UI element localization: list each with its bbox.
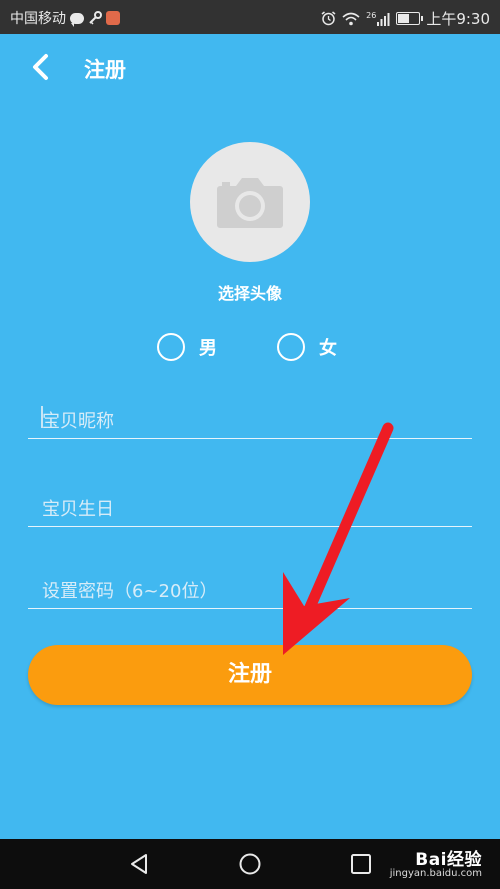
chevron-left-icon[interactable] — [26, 51, 58, 83]
avatar-label: 选择头像 — [217, 284, 282, 303]
password-field — [28, 568, 486, 609]
radio-button[interactable] — [277, 333, 305, 361]
clock-label: 上午9:30 — [426, 10, 490, 28]
gender-label: 女 — [319, 338, 337, 359]
network-label: 26 — [366, 10, 377, 20]
page-title: 注册 — [84, 58, 126, 82]
status-bar-left: 中国移动 — [10, 8, 120, 28]
birthday-field — [28, 486, 486, 527]
back-triangle-icon[interactable] — [126, 852, 152, 876]
watermark: Bai经验 jingyan.baidu.com — [390, 845, 482, 879]
password-input[interactable] — [28, 581, 486, 602]
alarm-icon — [321, 11, 336, 26]
status-bar: 中国移动 26 上午9:30 — [0, 0, 500, 34]
key-icon — [89, 11, 102, 25]
signal-icon — [377, 12, 390, 26]
nickname-input[interactable] — [28, 411, 486, 432]
status-bar-right: 26 上午9:30 — [321, 8, 490, 29]
carrier-label: 中国移动 — [10, 11, 66, 27]
avatar-picker[interactable] — [190, 142, 310, 262]
message-icon — [70, 12, 84, 27]
wifi-icon — [342, 12, 360, 25]
app-icon — [106, 11, 120, 25]
watermark-url: jingyan.baidu.com — [389, 868, 482, 879]
register-screen: 注册 选择头像 男 女 注册 — [0, 34, 500, 839]
gender-option-female[interactable]: 女 — [277, 331, 337, 363]
battery-icon — [396, 12, 424, 25]
register-button[interactable]: 注册 — [28, 645, 472, 705]
birthday-input[interactable] — [28, 499, 486, 520]
navigation-bar: Bai经验 jingyan.baidu.com — [0, 839, 500, 889]
home-circle-icon[interactable] — [237, 852, 263, 876]
gender-label: 男 — [199, 338, 217, 359]
camera-icon — [217, 178, 283, 228]
recents-square-icon[interactable] — [348, 852, 374, 876]
watermark-brand: Bai经验 — [415, 850, 482, 870]
nickname-field — [28, 398, 486, 439]
gender-option-male[interactable]: 男 — [157, 331, 217, 363]
radio-button[interactable] — [157, 333, 185, 361]
